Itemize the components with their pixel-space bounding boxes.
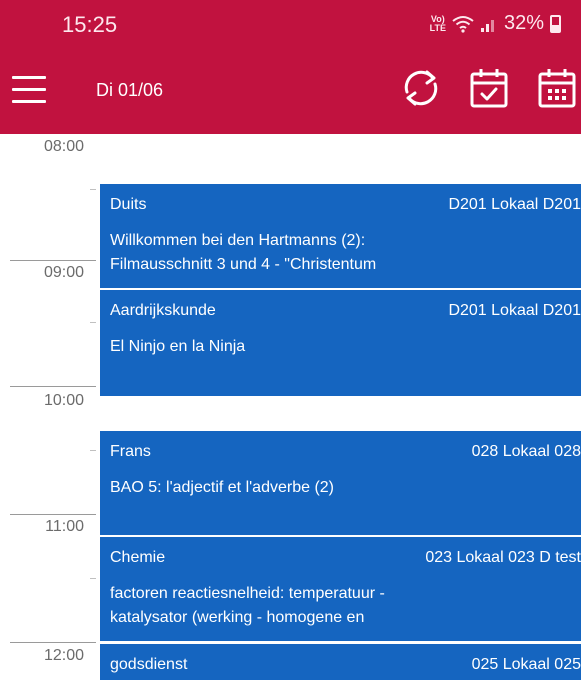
status-bar: 15:25 Vo) LTE 32% [0,0,581,50]
hour-line [10,386,96,387]
calendar-check-icon [470,69,508,108]
hour-label: 09:00 [43,264,84,281]
lesson-subject: Chemie [110,549,166,566]
current-date[interactable]: Di 01/06 [96,80,163,101]
calendar-grid-icon [538,69,576,108]
hour-line [10,642,96,643]
menu-icon[interactable] [12,76,46,104]
battery-percent: 32% [503,12,544,34]
lesson-description: El Ninjo en la Ninja [110,338,246,355]
today-button[interactable] [465,64,513,112]
lesson-card[interactable]: Duits D201 Lokaal D201 Willkommen bei de… [100,184,581,288]
lesson-room: D201 Lokaal D201 [448,196,581,213]
lesson-room: 023 Lokaal 023 D test [425,549,581,566]
wifi-icon [452,15,474,33]
lesson-subject: godsdienst [110,656,188,673]
hour-label: 08:00 [43,138,84,155]
status-time: 15:25 [62,12,118,37]
lesson-description: Willkommen bei den Hartmanns (2): Filmau… [110,232,377,273]
lesson-room: D201 Lokaal D201 [448,302,581,319]
status-icons: Vo) LTE 32% [430,12,561,35]
toolbar-actions [397,64,581,112]
app-bar: Di 01/06 [0,50,581,134]
hour-label: 11:00 [45,518,84,535]
lesson-card[interactable]: Chemie 023 Lokaal 023 D test factoren re… [100,537,581,641]
day-timeline[interactable]: 08:00 09:00 10:00 11:00 12:00 Duits D201… [0,134,581,680]
half-hour-tick [90,189,96,190]
hour-line [10,260,96,261]
volte-icon: Vo) LTE [429,13,446,33]
lesson-subject: Frans [110,443,151,460]
month-view-button[interactable] [533,64,581,112]
sync-button[interactable] [397,64,445,112]
lesson-card[interactable]: Aardrijkskunde D201 Lokaal D201 El Ninjo… [100,290,581,396]
lesson-room: 028 Lokaal 028 [471,443,581,460]
half-hour-tick [90,450,96,451]
lesson-room: 025 Lokaal 025 [471,656,581,673]
lesson-subject: Duits [110,196,147,213]
battery-icon [550,14,561,33]
half-hour-tick [90,578,96,579]
half-hour-tick [90,322,96,323]
signal-icon [480,19,494,32]
hour-label: 10:00 [43,392,84,409]
lesson-card[interactable]: Frans 028 Lokaal 028 BAO 5: l'adjectif e… [100,431,581,535]
lesson-card[interactable]: godsdienst 025 Lokaal 025 [100,644,581,680]
lesson-subject: Aardrijkskunde [110,302,216,319]
hour-line [10,514,96,515]
lesson-description: BAO 5: l'adjectif et l'adverbe (2) [110,479,334,496]
sync-icon [404,70,438,106]
lesson-description: factoren reactiesnelheid: temperatuur - … [110,585,385,626]
hour-label: 12:00 [43,647,84,664]
